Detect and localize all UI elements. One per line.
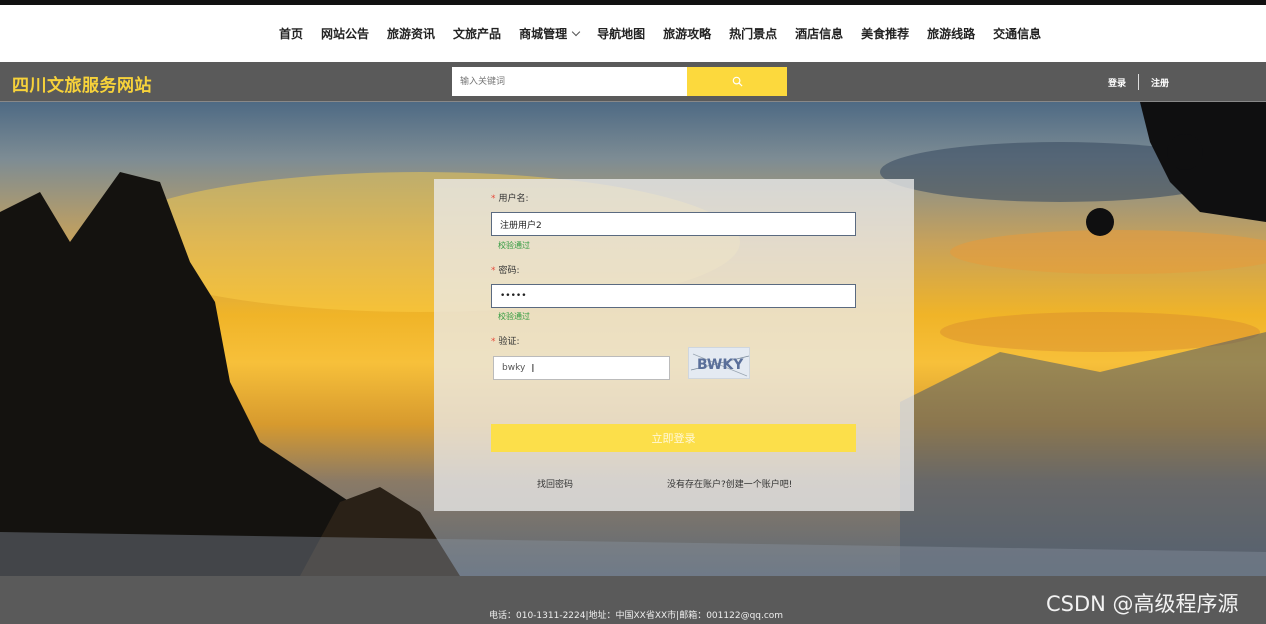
footer: 电话：010-1311-2224|地址：中国XX省XX市|邮箱：001122@q… [0, 576, 1266, 624]
search-button[interactable] [687, 67, 787, 96]
captcha-label: * 验证: [491, 337, 520, 347]
footer-contact: 电话：010-1311-2224|地址：中国XX省XX市|邮箱：001122@q… [489, 611, 784, 621]
nav-item-travel-news[interactable]: 旅游资讯 [387, 25, 435, 42]
register-link[interactable]: 注册 [1151, 76, 1169, 89]
nav-item-home[interactable]: 首页 [279, 25, 303, 42]
captcha-graphic: BWKY [690, 353, 750, 377]
nav-item-food[interactable]: 美食推荐 [861, 25, 909, 42]
forgot-password-link[interactable]: 找回密码 [537, 477, 573, 490]
login-button[interactable]: 立即登录 [491, 424, 856, 452]
site-title[interactable]: 四川文旅服务网站 [12, 71, 152, 96]
nav-item-attractions[interactable]: 热门景点 [729, 25, 777, 42]
captcha-image[interactable]: BWKY [688, 347, 750, 379]
password-validation: 校验通过 [498, 312, 530, 321]
divider [1138, 74, 1140, 90]
nav-item-products[interactable]: 文旅产品 [453, 25, 501, 42]
nav-item-hotels[interactable]: 酒店信息 [795, 25, 843, 42]
header-bar: 四川文旅服务网站 登录 注册 [0, 62, 1266, 102]
chevron-down-icon [571, 27, 581, 36]
nav-item-routes[interactable]: 旅游线路 [927, 25, 975, 42]
nav-item-mall[interactable]: 商城管理 [519, 25, 581, 42]
captcha-field[interactable]: bwky I [493, 356, 670, 380]
auth-links: 登录 注册 [1108, 74, 1169, 90]
captcha-text: BWKY [697, 357, 744, 373]
create-account-link[interactable]: 没有存在账户?创建一个账户吧! [667, 477, 792, 490]
username-validation: 校验通过 [498, 241, 530, 250]
watermark: CSDN @高级程序源 [1046, 592, 1239, 616]
username-field[interactable]: 注册用户2 [491, 212, 856, 236]
password-label: * 密码: [491, 266, 520, 276]
nav-item-transport[interactable]: 交通信息 [993, 25, 1041, 42]
username-label: * 用户名: [491, 194, 529, 204]
search-input[interactable] [452, 67, 687, 96]
nav-item-announcements[interactable]: 网站公告 [321, 25, 369, 42]
search-icon [732, 76, 743, 87]
password-field[interactable]: ••••• [491, 284, 856, 308]
login-form: * 用户名: 注册用户2 校验通过 * 密码: ••••• 校验通过 * 验证: bw… [434, 179, 914, 511]
main-nav: 首页 网站公告 旅游资讯 文旅产品 商城管理 导航地图 旅游攻略 热门景点 酒店… [0, 5, 1266, 62]
nav-item-guides[interactable]: 旅游攻略 [663, 25, 711, 42]
login-link[interactable]: 登录 [1108, 76, 1126, 89]
nav-item-map[interactable]: 导航地图 [597, 25, 645, 42]
text-cursor-icon: I [531, 361, 535, 375]
